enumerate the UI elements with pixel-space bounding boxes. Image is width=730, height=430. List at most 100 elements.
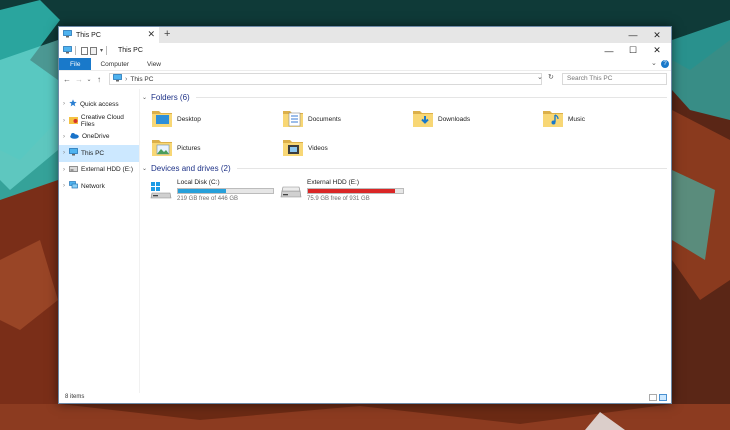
folder-label: Pictures	[177, 144, 201, 152]
tab-title: This PC	[76, 31, 101, 39]
group-divider	[195, 97, 667, 98]
computer-icon	[69, 148, 78, 158]
computer-icon	[113, 74, 122, 84]
drive-info: External HDD (E:) 75.9 GB free of 931 GB	[307, 179, 404, 207]
chevron-down-icon[interactable]: ⌄	[142, 165, 147, 172]
music-folder-icon	[542, 107, 564, 131]
cloud-icon	[69, 132, 79, 141]
folder-label: Music	[568, 115, 585, 123]
folder-item-pictures[interactable]: Pictures	[151, 135, 271, 161]
up-button[interactable]: ↑	[93, 75, 105, 84]
drive-label: Local Disk (C:)	[177, 179, 220, 186]
minimize-button[interactable]: —	[597, 43, 621, 58]
drive-item-external-hdd[interactable]: External HDD (E:) 75.9 GB free of 931 GB	[280, 179, 410, 207]
new-folder-icon[interactable]	[90, 46, 97, 55]
computer-icon	[63, 30, 72, 40]
folder-label: Desktop	[177, 115, 201, 123]
folder-item-downloads[interactable]: Downloads	[412, 106, 532, 132]
sidebar-item-label: Creative Cloud Files	[80, 113, 124, 128]
tab-this-pc[interactable]: This PC ✕	[59, 27, 159, 43]
back-button[interactable]: ←	[61, 75, 73, 84]
search-input[interactable]	[567, 74, 665, 84]
folder-item-music[interactable]: Music	[542, 106, 662, 132]
maximize-button[interactable]: ☐	[621, 43, 645, 58]
folder-label: Downloads	[438, 115, 471, 123]
drive-icon	[69, 165, 78, 174]
new-tab-button[interactable]: +	[164, 28, 170, 40]
customize-toolbar-icon[interactable]: ▾	[100, 47, 103, 54]
folder-label: Documents	[308, 115, 341, 123]
large-icons-view-icon[interactable]	[659, 394, 667, 401]
sidebar-item-label: OneDrive	[82, 133, 110, 141]
properties-icon[interactable]	[81, 46, 88, 55]
group-title: Devices and drives (2)	[151, 164, 231, 173]
tab-file[interactable]: File	[59, 58, 92, 70]
creative-cloud-folder-icon	[68, 116, 78, 126]
folders-group-header[interactable]: ⌄ Folders (6)	[142, 93, 667, 102]
drive-info: Local Disk (C:) 219 GB free of 446 GB	[177, 179, 274, 207]
folder-item-documents[interactable]: Documents	[282, 106, 402, 132]
address-dropdown-icon[interactable]: ⌄	[537, 73, 543, 81]
folder-item-desktop[interactable]: Desktop	[151, 106, 271, 132]
documents-folder-icon	[282, 107, 304, 131]
drive-usage-bar	[307, 188, 404, 194]
sidebar-item-label: External HDD (E:)	[81, 166, 134, 174]
pane-divider[interactable]	[139, 89, 140, 393]
chevron-right-icon[interactable]: ›	[59, 167, 69, 173]
sidebar-item-quick-access[interactable]: › Quick access	[59, 96, 139, 112]
forward-button[interactable]: →	[73, 75, 85, 84]
details-view-icon[interactable]	[649, 394, 657, 401]
network-icon	[69, 181, 78, 191]
chevron-right-icon[interactable]: ›	[59, 101, 69, 107]
chevron-right-icon[interactable]: ›	[59, 134, 69, 140]
close-button[interactable]: ✕	[645, 27, 669, 43]
window-title: This PC	[118, 47, 143, 54]
drive-free-space: 219 GB free of 446 GB	[177, 196, 239, 202]
minimize-button[interactable]: —	[621, 27, 645, 43]
chevron-right-icon[interactable]: ›	[59, 118, 69, 124]
folder-item-videos[interactable]: Videos	[282, 135, 402, 161]
toolbar-separator	[106, 46, 108, 55]
computer-icon	[63, 45, 72, 56]
recent-locations-icon[interactable]: ⌄	[85, 76, 93, 83]
sidebar-item-external-hdd[interactable]: › External HDD (E:)	[59, 162, 139, 178]
chevron-down-icon[interactable]: ⌄	[142, 94, 147, 101]
videos-folder-icon	[282, 136, 304, 160]
ribbon-tabs: File Computer View ⌄ ?	[59, 58, 671, 71]
drive-icon	[280, 179, 302, 207]
sidebar-item-this-pc[interactable]: › This PC	[59, 145, 139, 162]
folder-label: Videos	[308, 144, 328, 152]
drive-item-local-disk[interactable]: Local Disk (C:) 219 GB free of 446 GB	[150, 179, 280, 207]
group-title: Folders (6)	[151, 93, 190, 102]
search-box[interactable]	[562, 73, 667, 85]
close-button[interactable]: ✕	[645, 43, 669, 58]
downloads-folder-icon	[412, 107, 434, 131]
navigation-pane: › Quick access › Creative Cloud Files › …	[59, 96, 139, 391]
desktop-folder-icon	[151, 107, 173, 131]
minimize-icon[interactable]	[597, 27, 621, 43]
sidebar-item-label: Network	[81, 182, 105, 190]
quick-access-toolbar: ▾ This PC — ☐ ✕	[59, 43, 671, 58]
sidebar-item-label: This PC	[81, 149, 105, 157]
tab-close-icon[interactable]: ✕	[147, 29, 155, 40]
ribbon-expand-icon[interactable]: ⌄	[651, 59, 657, 67]
tab-view[interactable]: View	[138, 58, 170, 70]
sidebar-item-onedrive[interactable]: › OneDrive	[59, 129, 139, 145]
group-divider	[236, 168, 667, 169]
toolbar-separator	[75, 46, 76, 55]
pictures-folder-icon	[151, 136, 173, 160]
chevron-right-icon[interactable]: ›	[59, 183, 69, 189]
tab-computer[interactable]: Computer	[91, 58, 138, 70]
breadcrumb[interactable]: This PC	[130, 76, 153, 83]
help-icon[interactable]: ?	[661, 60, 669, 68]
sidebar-item-network[interactable]: › Network	[59, 178, 139, 194]
chevron-right-icon[interactable]: ›	[59, 150, 69, 156]
drive-usage-bar	[177, 188, 274, 194]
title-bar: This PC ✕ + — ✕	[59, 27, 671, 43]
sidebar-item-creative-cloud-files[interactable]: › Creative Cloud Files	[59, 112, 139, 128]
address-box[interactable]: › This PC	[109, 73, 542, 85]
windows-drive-icon	[150, 179, 172, 207]
drive-usage-fill	[178, 189, 227, 193]
refresh-icon[interactable]: ↻	[548, 73, 554, 81]
devices-group-header[interactable]: ⌄ Devices and drives (2)	[142, 164, 667, 173]
